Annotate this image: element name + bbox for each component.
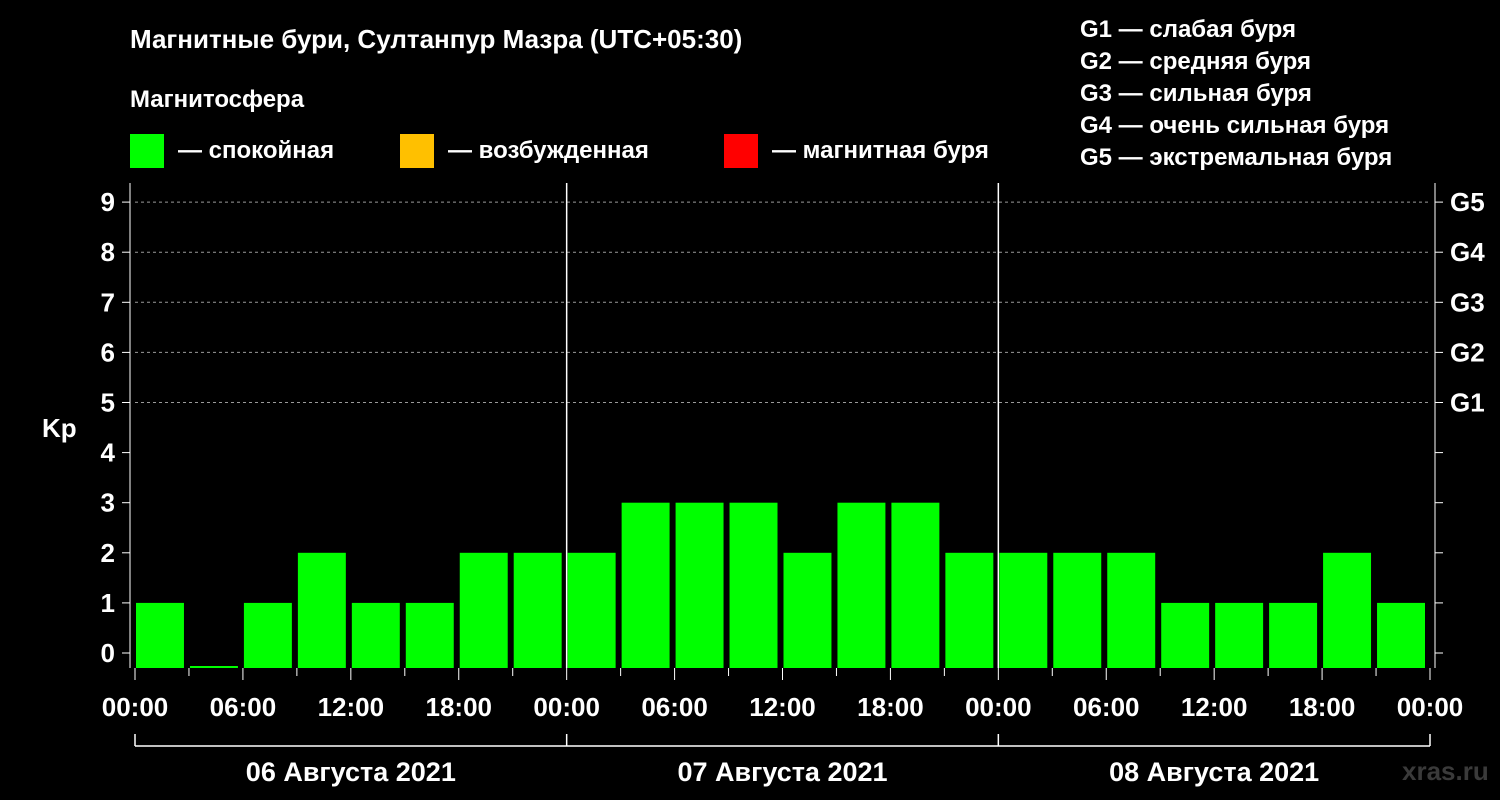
x-tick-label: 12:00 (318, 692, 385, 722)
x-tick-label: 00:00 (102, 692, 169, 722)
kp-bar (1215, 602, 1264, 668)
kp-bar (1107, 552, 1156, 668)
kp-bar (945, 552, 994, 668)
g-level-label: G2 (1450, 337, 1485, 367)
kp-bar (999, 552, 1048, 668)
kp-bar (837, 502, 886, 668)
kp-bar (1377, 602, 1425, 668)
kp-bar (1161, 602, 1210, 668)
y-tick-label: 0 (101, 638, 115, 668)
kp-bar (459, 552, 508, 668)
y-tick-label: 8 (101, 237, 115, 267)
x-tick-label: 06:00 (1073, 692, 1140, 722)
x-tick-label: 18:00 (426, 692, 493, 722)
x-tick-label: 06:00 (641, 692, 708, 722)
day-label: 06 Августа 2021 (246, 757, 456, 787)
x-tick-label: 18:00 (1289, 692, 1356, 722)
watermark: xras.ru (1402, 756, 1489, 786)
day-label: 08 Августа 2021 (1109, 757, 1319, 787)
y-tick-label: 5 (101, 388, 115, 418)
kp-bar (729, 502, 778, 668)
kp-bar (405, 602, 454, 668)
y-tick-label: 1 (101, 588, 115, 618)
day-label: 07 Августа 2021 (677, 757, 887, 787)
kp-bar (567, 552, 616, 668)
kp-bar (1323, 552, 1372, 668)
kp-bar (513, 552, 562, 668)
kp-bar (891, 502, 940, 668)
kp-bar (297, 552, 346, 668)
g-level-label: G4 (1450, 237, 1485, 267)
kp-bar (783, 552, 832, 668)
kp-bar (621, 502, 670, 668)
g-level-label: G1 (1450, 388, 1485, 418)
y-tick-label: 6 (101, 337, 115, 367)
kp-bar (1053, 552, 1102, 668)
x-tick-label: 06:00 (210, 692, 277, 722)
y-tick-label: 2 (101, 538, 115, 568)
kp-bar (351, 602, 400, 668)
x-tick-label: 00:00 (1397, 692, 1464, 722)
kp-bar (243, 602, 292, 668)
y-tick-label: 7 (101, 287, 115, 317)
y-tick-label: 9 (101, 187, 115, 217)
x-tick-label: 00:00 (533, 692, 600, 722)
x-tick-label: 12:00 (1181, 692, 1248, 722)
g-level-label: G3 (1450, 287, 1485, 317)
kp-bar (1269, 602, 1318, 668)
y-tick-label: 3 (101, 488, 115, 518)
x-tick-label: 18:00 (857, 692, 924, 722)
x-tick-label: 00:00 (965, 692, 1032, 722)
kp-bar (675, 502, 724, 668)
kp-bar (189, 666, 238, 668)
y-tick-label: 4 (101, 438, 116, 468)
y-axis-label: Kp (42, 413, 77, 443)
x-tick-label: 12:00 (749, 692, 816, 722)
g-level-label: G5 (1450, 187, 1485, 217)
kp-bar (136, 602, 184, 668)
kp-chart: 0 1 2 3 4 5 6 7 8 9 Kp G1 G2 G3 G4 G5 00:00 06:00 12:00 18:… (42, 183, 1485, 787)
